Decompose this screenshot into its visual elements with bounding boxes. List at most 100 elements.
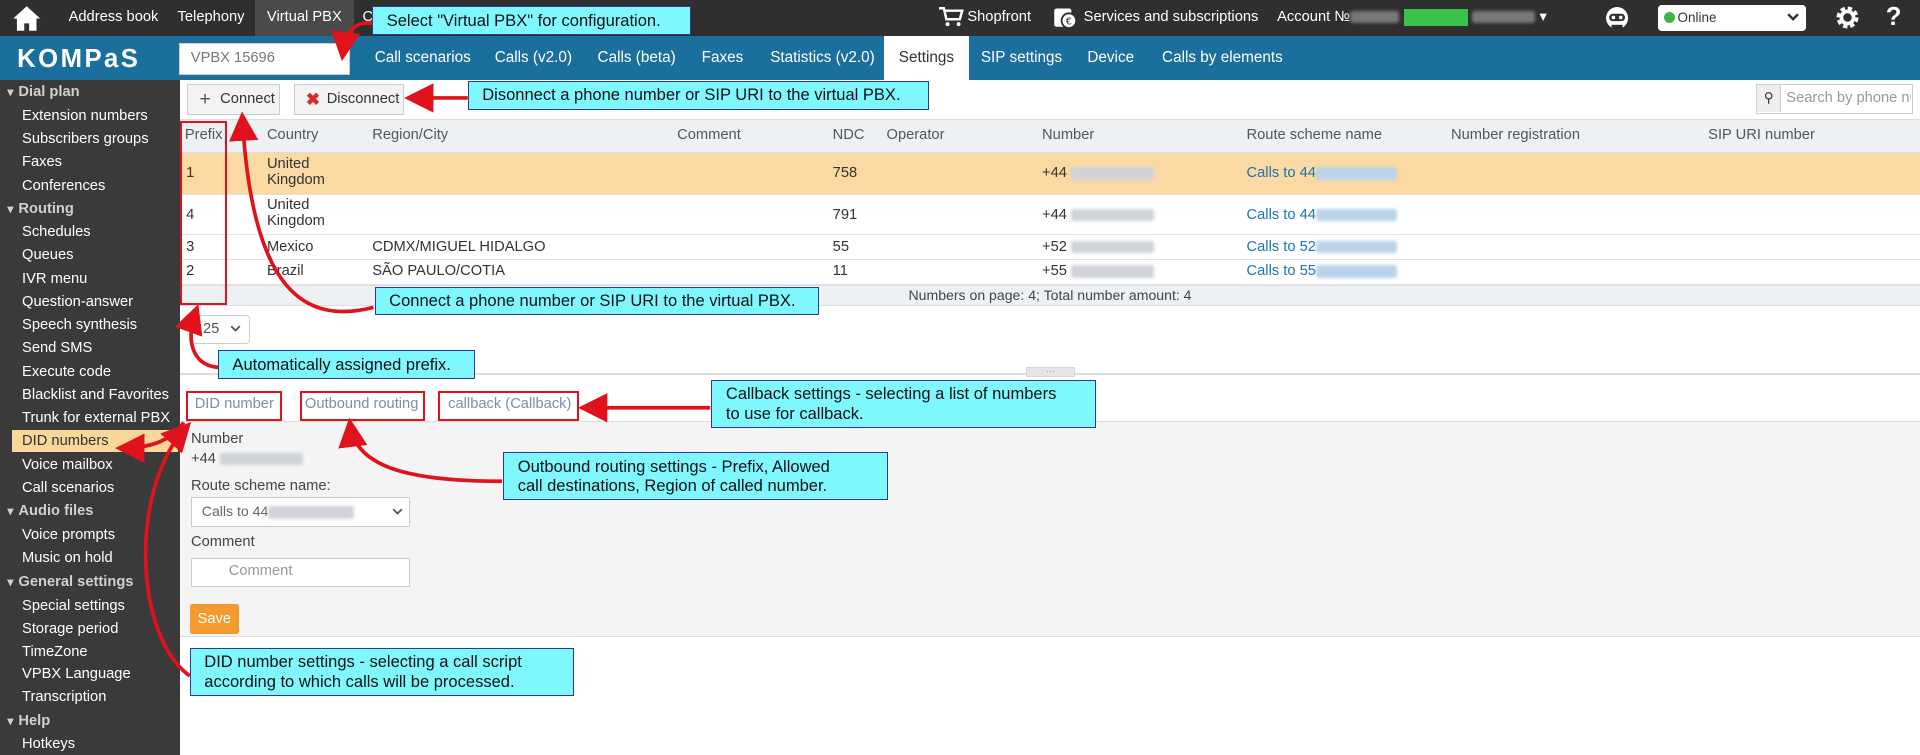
table-row[interactable]: 4 United Kingdom 791 +44 Calls to 44 xyxy=(180,195,1920,236)
disconnect-label: Disconnect xyxy=(326,91,400,108)
page-size-value: 25 xyxy=(203,320,220,337)
tab-calls-by-elements[interactable]: Calls by elements xyxy=(1162,36,1283,80)
cell-ndc: 55 xyxy=(832,238,849,255)
sidebar-item-conferences[interactable]: Conferences xyxy=(22,178,105,194)
cell-route-link[interactable]: Calls to 52 xyxy=(1247,239,1397,255)
sidebar-item-trunk[interactable]: Trunk for external PBX xyxy=(22,410,170,426)
sidebar-item-send-sms[interactable]: Send SMS xyxy=(22,340,92,356)
callout-outbound: Outbound routing settings - Prefix, Allo… xyxy=(503,451,888,501)
tab-sip-settings[interactable]: SIP settings xyxy=(981,36,1062,80)
header-comment[interactable]: Comment xyxy=(677,120,741,152)
table-row[interactable]: 3 Mexico CDMX/MIGUEL HIDALGO 55 +52 Call… xyxy=(180,235,1920,260)
cell-region: CDMX/MIGUEL HIDALGO xyxy=(372,238,546,255)
sidebar-item-transcription[interactable]: Transcription xyxy=(22,689,106,705)
connect-button[interactable]: + Connect xyxy=(187,84,281,116)
cell-route-link[interactable]: Calls to 55 xyxy=(1247,263,1397,279)
sidebar-item-voice-prompts[interactable]: Voice prompts xyxy=(22,527,115,543)
sidebar-item-storage-period[interactable]: Storage period xyxy=(22,621,118,637)
tab-statistics[interactable]: Statistics (v2.0) xyxy=(770,36,875,80)
page-size-select[interactable]: 25 xyxy=(192,314,250,345)
sidebar-item-call-scenarios[interactable]: Call scenarios xyxy=(22,480,114,496)
search-input[interactable]: Search by phone num xyxy=(1786,85,1911,112)
account-name-blurred xyxy=(1471,11,1536,24)
help-icon[interactable]: ? xyxy=(1886,0,1902,36)
account-number-blurred xyxy=(1350,11,1400,24)
header-registration[interactable]: Number registration xyxy=(1451,120,1580,152)
search-icon[interactable]: ⚲ xyxy=(1756,85,1782,113)
sidebar-item-queues[interactable]: Queues xyxy=(22,247,73,263)
callback-tab-highlight-box xyxy=(438,390,580,422)
sidebar-item-special-settings[interactable]: Special settings xyxy=(22,598,125,614)
comment-input[interactable]: Comment xyxy=(191,558,411,587)
sidebar-group-general-settings[interactable]: General settings xyxy=(7,574,133,590)
sidebar-item-voice-mailbox[interactable]: Voice mailbox xyxy=(22,457,113,473)
sidebar-item-extension-numbers[interactable]: Extension numbers xyxy=(22,108,148,124)
tab-calls-beta[interactable]: Calls (beta) xyxy=(598,36,676,80)
disconnect-button[interactable]: ✖ Disconnect xyxy=(293,84,405,116)
cell-country: Brazil xyxy=(266,263,304,280)
chevron-down-icon xyxy=(230,326,241,333)
sidebar-item-question-answer[interactable]: Question-answer xyxy=(22,294,133,310)
cell-route-link[interactable]: Calls to 44 xyxy=(1247,165,1397,181)
table-row[interactable]: 1 United Kingdom 758 +44 Calls to 44 xyxy=(180,153,1920,195)
header-ndc[interactable]: NDC xyxy=(833,120,865,152)
sidebar-group-dial-plan[interactable]: Dial plan xyxy=(7,84,79,100)
header-number[interactable]: Number xyxy=(1042,120,1094,152)
sidebar-item-did-numbers[interactable]: DID numbers xyxy=(22,433,109,449)
did-tab-highlight-box xyxy=(186,390,282,422)
topbar-shopfront[interactable]: Shopfront xyxy=(967,0,1031,36)
sidebar-item-ivr-menu[interactable]: IVR menu xyxy=(22,271,87,287)
route-blurred xyxy=(1315,265,1397,278)
tab-calls-v2[interactable]: Calls (v2.0) xyxy=(495,36,572,80)
sidebar-item-hotkeys[interactable]: Hotkeys xyxy=(22,736,75,752)
account-menu[interactable]: Account № ▾ xyxy=(1277,0,1547,36)
sidebar-item-vpbx-language[interactable]: VPBX Language xyxy=(22,666,131,682)
panel-splitter[interactable]: ··· xyxy=(1026,367,1076,378)
callout-outbound-line1: Outbound routing settings - Prefix, Allo… xyxy=(517,456,830,476)
route-blurred xyxy=(1315,240,1397,253)
route-scheme-select[interactable]: Calls to 44 xyxy=(191,497,411,527)
header-country[interactable]: Country xyxy=(267,120,318,152)
chevron-down-icon xyxy=(1786,13,1799,22)
sidebar-item-execute-code[interactable]: Execute code xyxy=(22,364,111,380)
status-select[interactable]: Online xyxy=(1657,4,1807,31)
save-button[interactable]: Save xyxy=(189,603,239,635)
header-route[interactable]: Route scheme name xyxy=(1247,120,1383,152)
table-row[interactable]: 2 Brazil SÃO PAULO/COTIA 11 +55 Calls to… xyxy=(180,260,1920,286)
home-icon[interactable] xyxy=(12,5,41,32)
header-sip-uri[interactable]: SIP URI number xyxy=(1708,120,1815,152)
sidebar-item-faxes[interactable]: Faxes xyxy=(22,154,62,170)
gear-icon[interactable] xyxy=(1834,4,1861,31)
sidebar-item-music-on-hold[interactable]: Music on hold xyxy=(22,550,113,566)
tab-settings[interactable]: Settings xyxy=(884,35,969,80)
tab-faxes[interactable]: Faxes xyxy=(702,36,744,80)
sidebar-group-audio-files[interactable]: Audio files xyxy=(7,503,93,519)
sidebar-item-schedules[interactable]: Schedules xyxy=(22,224,91,240)
cross-icon: ✖ xyxy=(305,89,321,110)
tab-device[interactable]: Device xyxy=(1087,36,1134,80)
search-box[interactable]: ⚲ Search by phone num xyxy=(1755,84,1913,114)
cell-number: +52 xyxy=(1042,239,1155,255)
sidebar-item-timezone[interactable]: TimeZone xyxy=(22,644,88,660)
topbar-address-book[interactable]: Address book xyxy=(69,0,159,36)
tab-call-scenarios[interactable]: Call scenarios xyxy=(375,36,471,80)
topbar-services[interactable]: Services and subscriptions xyxy=(1084,0,1259,36)
callout-callback-line1: Callback settings - selecting a list of … xyxy=(725,384,1057,404)
sidebar-item-subscribers-groups[interactable]: Subscribers groups xyxy=(22,131,149,147)
topbar-telephony[interactable]: Telephony xyxy=(178,0,245,36)
sidebar-group-help[interactable]: Help xyxy=(7,713,50,729)
balance-badge xyxy=(1403,8,1468,26)
sidebar-item-blacklist[interactable]: Blacklist and Favorites xyxy=(22,387,169,403)
cell-route-text: Calls to 55 xyxy=(1246,263,1316,280)
callout-did-line1: DID number settings - selecting a call s… xyxy=(204,652,522,672)
cell-country: United Kingdom xyxy=(267,197,325,230)
vpbx-selector[interactable]: VPBX 15696 xyxy=(178,42,351,75)
sidebar-item-speech-synthesis[interactable]: Speech synthesis xyxy=(22,317,137,333)
header-operator[interactable]: Operator xyxy=(887,120,945,152)
cell-route-link[interactable]: Calls to 44 xyxy=(1247,207,1397,223)
header-region[interactable]: Region/City xyxy=(372,120,448,152)
sidebar-group-routing[interactable]: Routing xyxy=(7,201,73,217)
support-icon[interactable] xyxy=(1603,4,1631,32)
cell-ndc: 791 xyxy=(832,206,858,223)
topbar-virtual-pbx[interactable]: Virtual PBX xyxy=(254,0,354,36)
